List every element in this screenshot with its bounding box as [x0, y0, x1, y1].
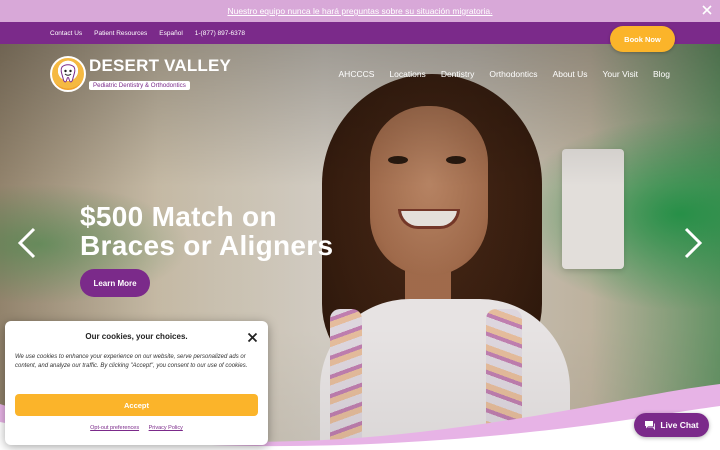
utility-phone[interactable]: 1-(877) 897-6378	[195, 30, 245, 37]
hero-headline-line1: $500 Match on	[80, 201, 277, 232]
logo-name: DESERT VALLEY	[89, 55, 232, 75]
opt-out-preferences-link[interactable]: Opt-out preferences	[90, 425, 139, 431]
announcement-bar: Nuestro equipo nunca le hará preguntas s…	[0, 0, 720, 22]
learn-more-button[interactable]: Learn More	[80, 269, 150, 297]
cookie-consent-panel: Our cookies, your choices. We use cookie…	[5, 321, 268, 445]
hero-headline: $500 Match on Braces or Aligners	[80, 202, 333, 260]
nav-blog[interactable]: Blog	[653, 69, 670, 79]
utility-espanol[interactable]: Español	[159, 30, 183, 37]
nav-dentistry[interactable]: Dentistry	[441, 69, 475, 79]
tooth-logo-icon	[50, 56, 86, 92]
nav-locations[interactable]: Locations	[389, 69, 425, 79]
utility-contact-us[interactable]: Contact Us	[50, 30, 82, 37]
chevron-left-icon[interactable]	[14, 226, 40, 260]
main-nav: AHCCCS Locations Dentistry Orthodontics …	[324, 69, 670, 79]
nav-your-visit[interactable]: Your Visit	[603, 69, 638, 79]
cookie-title: Our cookies, your choices.	[85, 332, 188, 341]
book-now-button[interactable]: Book Now	[610, 26, 675, 52]
close-icon[interactable]	[247, 332, 258, 343]
utility-patient-resources[interactable]: Patient Resources	[94, 30, 147, 37]
live-chat-label: Live Chat	[660, 420, 699, 430]
site-logo[interactable]: DESERT VALLEY Pediatric Dentistry & Orth…	[50, 56, 231, 92]
cookie-description: We use cookies to enhance your experienc…	[15, 354, 248, 369]
chevron-right-icon[interactable]	[680, 226, 706, 260]
nav-about-us[interactable]: About Us	[553, 69, 588, 79]
live-chat-button[interactable]: Live Chat	[634, 413, 709, 437]
cookie-accept-button[interactable]: Accept	[15, 394, 258, 416]
nav-ahcccs[interactable]: AHCCCS	[339, 69, 375, 79]
chat-bubble-icon	[645, 421, 656, 430]
hero-headline-line2: Braces or Aligners	[80, 230, 334, 261]
logo-tagline: Pediatric Dentistry & Orthodontics	[89, 80, 190, 90]
privacy-policy-link[interactable]: Privacy Policy	[149, 425, 183, 431]
close-icon[interactable]	[700, 3, 714, 17]
announcement-link[interactable]: Nuestro equipo nunca le hará preguntas s…	[227, 6, 492, 16]
cookie-links: Opt-out preferences Privacy Policy	[5, 425, 268, 431]
nav-orthodontics[interactable]: Orthodontics	[489, 69, 537, 79]
